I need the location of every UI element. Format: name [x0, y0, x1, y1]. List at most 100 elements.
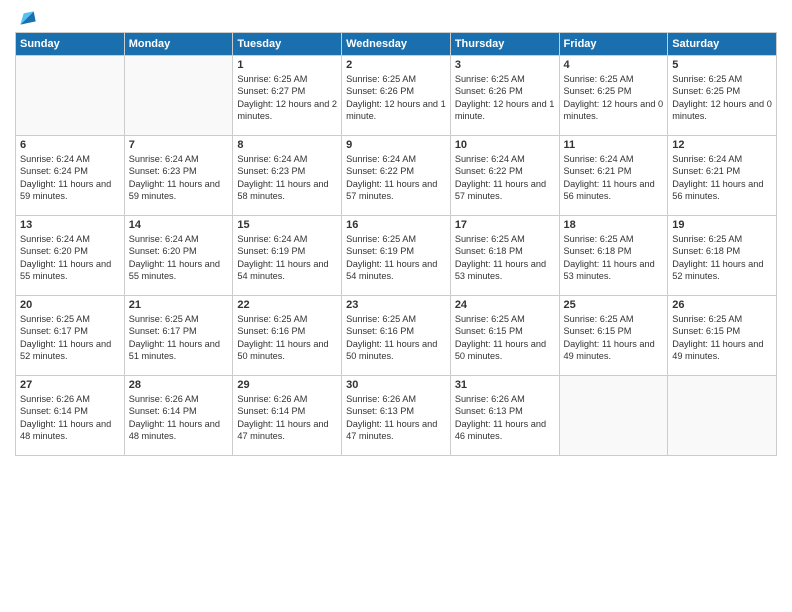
table-cell: 16Sunrise: 6:25 AMSunset: 6:19 PMDayligh…: [342, 216, 451, 296]
cell-info-text: Sunset: 6:26 PM: [346, 85, 446, 97]
cell-info-text: Sunset: 6:25 PM: [564, 85, 664, 97]
cell-info-text: Daylight: 11 hours and 53 minutes.: [564, 258, 664, 283]
cell-info-text: Sunrise: 6:25 AM: [346, 313, 446, 325]
cell-info-text: Daylight: 12 hours and 2 minutes.: [237, 98, 337, 123]
cell-info-text: Sunrise: 6:24 AM: [346, 153, 446, 165]
cell-info-text: Daylight: 12 hours and 0 minutes.: [672, 98, 772, 123]
cell-day-number: 31: [455, 379, 555, 391]
table-cell: 19Sunrise: 6:25 AMSunset: 6:18 PMDayligh…: [668, 216, 777, 296]
table-cell: 6 Sunrise: 6:24 AMSunset: 6:24 PMDaylight…: [16, 136, 125, 216]
cell-info-text: Sunrise: 6:25 AM: [672, 233, 772, 245]
table-cell: [124, 56, 233, 136]
cell-day-number: 27: [20, 379, 120, 391]
cell-day-number: 23: [346, 299, 446, 311]
table-cell: 13Sunrise: 6:24 AMSunset: 6:20 PMDayligh…: [16, 216, 125, 296]
cell-info-text: Sunrise: 6:25 AM: [564, 233, 664, 245]
table-cell: 15Sunrise: 6:24 AMSunset: 6:19 PMDayligh…: [233, 216, 342, 296]
cell-day-number: 10: [455, 139, 555, 151]
cell-info-text: Sunrise: 6:25 AM: [672, 313, 772, 325]
cell-info-text: Daylight: 11 hours and 55 minutes.: [20, 258, 120, 283]
calendar-week-row: 1Sunrise: 6:25 AMSunset: 6:27 PMDaylight…: [16, 56, 777, 136]
cell-info-text: Sunset: 6:15 PM: [564, 325, 664, 337]
cell-info-text: Sunrise: 6:24 AM: [20, 153, 120, 165]
table-cell: [16, 56, 125, 136]
cell-info-text: Daylight: 11 hours and 59 minutes.: [20, 178, 120, 203]
cell-info-text: Daylight: 11 hours and 59 minutes.: [129, 178, 229, 203]
calendar-week-row: 13Sunrise: 6:24 AMSunset: 6:20 PMDayligh…: [16, 216, 777, 296]
cell-info-text: Sunset: 6:23 PM: [129, 165, 229, 177]
cell-day-number: 5: [672, 59, 772, 71]
cell-info-text: Sunset: 6:16 PM: [346, 325, 446, 337]
cell-info-text: Sunrise: 6:25 AM: [455, 313, 555, 325]
col-thursday: Thursday: [450, 33, 559, 56]
cell-info-text: Daylight: 11 hours and 48 minutes.: [20, 418, 120, 443]
cell-day-number: 1: [237, 59, 337, 71]
cell-info-text: Daylight: 11 hours and 47 minutes.: [237, 418, 337, 443]
cell-info-text: Sunrise: 6:24 AM: [237, 153, 337, 165]
cell-info-text: Daylight: 11 hours and 52 minutes.: [672, 258, 772, 283]
cell-info-text: Sunrise: 6:25 AM: [455, 233, 555, 245]
cell-info-text: Sunset: 6:24 PM: [20, 165, 120, 177]
cell-info-text: Sunset: 6:15 PM: [672, 325, 772, 337]
table-cell: 22Sunrise: 6:25 AMSunset: 6:16 PMDayligh…: [233, 296, 342, 376]
table-cell: [559, 376, 668, 456]
cell-info-text: Daylight: 11 hours and 54 minutes.: [346, 258, 446, 283]
table-cell: 11 Sunrise: 6:24 AMSunset: 6:21 PMDayligh…: [559, 136, 668, 216]
table-cell: 17Sunrise: 6:25 AMSunset: 6:18 PMDayligh…: [450, 216, 559, 296]
cell-info-text: Sunset: 6:21 PM: [564, 165, 664, 177]
cell-info-text: Daylight: 11 hours and 55 minutes.: [129, 258, 229, 283]
table-cell: 4Sunrise: 6:25 AMSunset: 6:25 PMDaylight…: [559, 56, 668, 136]
cell-day-number: 8: [237, 139, 337, 151]
cell-info-text: Sunrise: 6:25 AM: [672, 73, 772, 85]
table-cell: 29Sunrise: 6:26 AMSunset: 6:14 PMDayligh…: [233, 376, 342, 456]
cell-info-text: Sunset: 6:22 PM: [455, 165, 555, 177]
cell-info-text: Sunrise: 6:26 AM: [346, 393, 446, 405]
cell-info-text: Sunrise: 6:25 AM: [346, 233, 446, 245]
cell-info-text: Sunrise: 6:24 AM: [672, 153, 772, 165]
cell-info-text: Sunset: 6:18 PM: [564, 245, 664, 257]
cell-day-number: 6: [20, 139, 120, 151]
cell-info-text: Sunrise: 6:25 AM: [129, 313, 229, 325]
table-cell: 3Sunrise: 6:25 AMSunset: 6:26 PMDaylight…: [450, 56, 559, 136]
cell-day-number: 9: [346, 139, 446, 151]
cell-info-text: Sunset: 6:17 PM: [20, 325, 120, 337]
cell-info-text: Daylight: 11 hours and 56 minutes.: [564, 178, 664, 203]
calendar-header-row: Sunday Monday Tuesday Wednesday Thursday…: [16, 33, 777, 56]
cell-info-text: Sunrise: 6:24 AM: [237, 233, 337, 245]
calendar-week-row: 6Sunrise: 6:24 AMSunset: 6:24 PMDaylight…: [16, 136, 777, 216]
table-cell: 24Sunrise: 6:25 AMSunset: 6:15 PMDayligh…: [450, 296, 559, 376]
cell-info-text: Sunrise: 6:24 AM: [564, 153, 664, 165]
cell-info-text: Sunrise: 6:26 AM: [455, 393, 555, 405]
table-cell: 7Sunrise: 6:24 AMSunset: 6:23 PMDaylight…: [124, 136, 233, 216]
cell-info-text: Sunset: 6:26 PM: [455, 85, 555, 97]
col-saturday: Saturday: [668, 33, 777, 56]
cell-info-text: Daylight: 11 hours and 47 minutes.: [346, 418, 446, 443]
cell-info-text: Sunset: 6:20 PM: [129, 245, 229, 257]
cell-day-number: 17: [455, 219, 555, 231]
col-friday: Friday: [559, 33, 668, 56]
table-cell: 5 Sunrise: 6:25 AMSunset: 6:25 PMDaylight…: [668, 56, 777, 136]
cell-info-text: Daylight: 11 hours and 50 minutes.: [346, 338, 446, 363]
cell-info-text: Sunset: 6:19 PM: [237, 245, 337, 257]
cell-day-number: 11: [564, 139, 664, 151]
cell-info-text: Sunrise: 6:25 AM: [455, 73, 555, 85]
table-cell: 20Sunrise: 6:25 AMSunset: 6:17 PMDayligh…: [16, 296, 125, 376]
cell-day-number: 30: [346, 379, 446, 391]
cell-day-number: 12: [672, 139, 772, 151]
cell-info-text: Sunset: 6:21 PM: [672, 165, 772, 177]
cell-info-text: Daylight: 11 hours and 58 minutes.: [237, 178, 337, 203]
cell-info-text: Sunset: 6:25 PM: [672, 85, 772, 97]
cell-day-number: 13: [20, 219, 120, 231]
cell-info-text: Sunset: 6:27 PM: [237, 85, 337, 97]
table-cell: 9Sunrise: 6:24 AMSunset: 6:22 PMDaylight…: [342, 136, 451, 216]
cell-info-text: Sunrise: 6:25 AM: [237, 73, 337, 85]
calendar-table: Sunday Monday Tuesday Wednesday Thursday…: [15, 32, 777, 456]
cell-info-text: Daylight: 11 hours and 53 minutes.: [455, 258, 555, 283]
cell-info-text: Sunset: 6:17 PM: [129, 325, 229, 337]
cell-day-number: 21: [129, 299, 229, 311]
cell-info-text: Sunset: 6:13 PM: [455, 405, 555, 417]
cell-info-text: Sunset: 6:14 PM: [237, 405, 337, 417]
table-cell: 26Sunrise: 6:25 AMSunset: 6:15 PMDayligh…: [668, 296, 777, 376]
cell-info-text: Daylight: 11 hours and 57 minutes.: [455, 178, 555, 203]
cell-info-text: Sunrise: 6:24 AM: [129, 233, 229, 245]
